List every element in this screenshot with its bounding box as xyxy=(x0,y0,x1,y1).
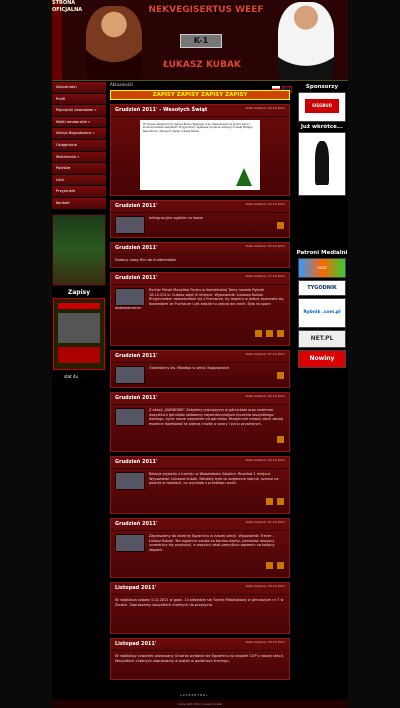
patrons-heading: Patroni Medialni xyxy=(296,250,348,256)
news-icon[interactable] xyxy=(276,561,285,570)
pagination[interactable]: 1 2 3 4 5 6 7 8 9 » xyxy=(180,693,208,697)
post-thumb[interactable] xyxy=(115,408,145,426)
news-icon[interactable] xyxy=(276,329,285,338)
gallery-icon[interactable] xyxy=(276,435,285,444)
site-title: NEKVEGISERTUS WEEF xyxy=(148,5,264,15)
post-date: Data dodania: 01.12.2011 xyxy=(245,520,285,524)
coming-soon-poster[interactable] xyxy=(298,132,346,196)
post-date: Data dodania: 17.12.2011 xyxy=(245,274,285,278)
stat-counter[interactable]: stat 4u xyxy=(52,374,106,379)
site-header: STRONA OFICJALNA NEKVEGISERTUS WEEF K-1 … xyxy=(52,0,348,81)
post-date: Data dodania: 07.12.2011 xyxy=(245,352,285,356)
menu-item[interactable]: Multimedia » xyxy=(52,151,106,164)
post-thumb[interactable] xyxy=(115,288,145,306)
zapisy-heading: Zapisy xyxy=(67,288,91,296)
gallery-icon[interactable] xyxy=(276,371,285,380)
patron-logo[interactable]: nasz xyxy=(298,258,346,278)
right-sidebar: Sponsorzy SIĘGBUD Już wkrótce... Patroni… xyxy=(296,82,348,370)
breadcrumb: Aktualności xyxy=(110,82,134,87)
news-post: Grudzień 2011' Data dodania: 04.12.2011 … xyxy=(110,392,290,452)
gallery-icon[interactable] xyxy=(254,329,263,338)
left-sidebar: Aktualności Profil Pojedynki zawodowe » … xyxy=(52,82,106,379)
news-post: Grudzień 2011' Data dodania: 03.12.2011 … xyxy=(110,456,290,514)
christmas-card: W okresie świątecznym Sekcja Boksu Tajsk… xyxy=(140,120,260,190)
menu-item[interactable]: Profil xyxy=(52,93,106,106)
menu-item[interactable]: Przyjaciele xyxy=(52,186,106,198)
news-icon[interactable] xyxy=(276,497,285,506)
patron-logo[interactable]: Nowiny xyxy=(298,350,346,368)
gallery-icon[interactable] xyxy=(265,497,274,506)
menu-item[interactable]: Walki amatorskie » xyxy=(52,116,106,129)
fighter-silhouette-icon xyxy=(315,141,329,185)
post-thumb[interactable] xyxy=(115,534,145,552)
news-post: Grudzień 2011' Data dodania: 07.12.2011 … xyxy=(110,350,290,388)
post-date: Data dodania: 28.11.2011 xyxy=(245,584,285,588)
menu-item[interactable]: Kontakt xyxy=(52,197,106,210)
sponsors-heading: Sponsorzy xyxy=(305,84,339,90)
patron-logo[interactable]: NET.PL xyxy=(298,330,346,348)
menu-item[interactable]: Osiągnięcia xyxy=(52,139,106,152)
gallery-icon[interactable] xyxy=(265,561,274,570)
menu-item[interactable]: Linki xyxy=(52,174,106,187)
footer: Copyright 2011 Łukasz Kubak xyxy=(52,700,348,708)
gallery-icon[interactable] xyxy=(276,221,285,230)
news-post: Grudzień 2011' - Wesołych Świąt Data dod… xyxy=(110,104,290,196)
tree-icon xyxy=(236,168,252,186)
post-date: Data dodania: 23.12.2011 xyxy=(245,106,285,110)
sponsor-logo[interactable]: SIĘGBUD xyxy=(298,92,346,122)
k1-logo: K-1 xyxy=(180,34,222,48)
menu-item[interactable]: Pojedynki zawodowe » xyxy=(52,105,106,117)
post-date: Data dodania: 28.11.2011 xyxy=(245,640,285,644)
video-icon[interactable] xyxy=(265,329,274,338)
boxer-photo xyxy=(86,6,142,80)
news-post: Listopad 2011' Data dodania: 28.11.2011 … xyxy=(110,582,290,634)
zapisy-poster[interactable] xyxy=(53,297,105,370)
zapisy-banner[interactable]: ZAPISY ZAPISY ZAPISY ZAPISY xyxy=(110,90,290,100)
news-post: Grudzień 2011' Data dodania: 01.12.2011 … xyxy=(110,518,290,578)
coming-soon-heading: Już wkrótce... xyxy=(300,124,344,130)
site-name: ŁUKASZ KUBAK xyxy=(163,60,241,70)
post-date: Data dodania: 22.12.2011 xyxy=(245,244,285,248)
jungle-photo[interactable] xyxy=(52,213,106,286)
main-content: Aktualności ZAPISY ZAPISY ZAPISY ZAPISY … xyxy=(110,82,290,684)
menu-item[interactable]: Aktualności xyxy=(52,82,106,94)
post-thumb[interactable] xyxy=(115,472,145,490)
vertical-label: STRONA OFICJALNA xyxy=(52,0,82,80)
karate-photo xyxy=(278,2,334,80)
news-post: Grudzień 2011' Data dodania: 22.12.2011 … xyxy=(110,200,290,238)
news-post: Grudzień 2011' Data dodania: 22.12.2011 … xyxy=(110,242,290,268)
post-date: Data dodania: 03.12.2011 xyxy=(245,458,285,462)
menu-item[interactable]: Podróże xyxy=(52,163,106,175)
post-thumb[interactable] xyxy=(115,216,145,234)
news-post: Grudzień 2011' Data dodania: 17.12.2011 … xyxy=(110,272,290,346)
post-date: Data dodania: 22.12.2011 xyxy=(245,202,285,206)
patron-logo[interactable]: TYGODNIK xyxy=(298,280,346,296)
post-date: Data dodania: 04.12.2011 xyxy=(245,394,285,398)
menu-item[interactable]: Sekcja Bogusłowice » xyxy=(52,128,106,140)
post-thumb[interactable] xyxy=(115,366,145,384)
news-post: Listopad 2011' Data dodania: 28.11.2011 … xyxy=(110,638,290,680)
patron-logo[interactable]: Rybnik .com.pl xyxy=(298,298,346,328)
